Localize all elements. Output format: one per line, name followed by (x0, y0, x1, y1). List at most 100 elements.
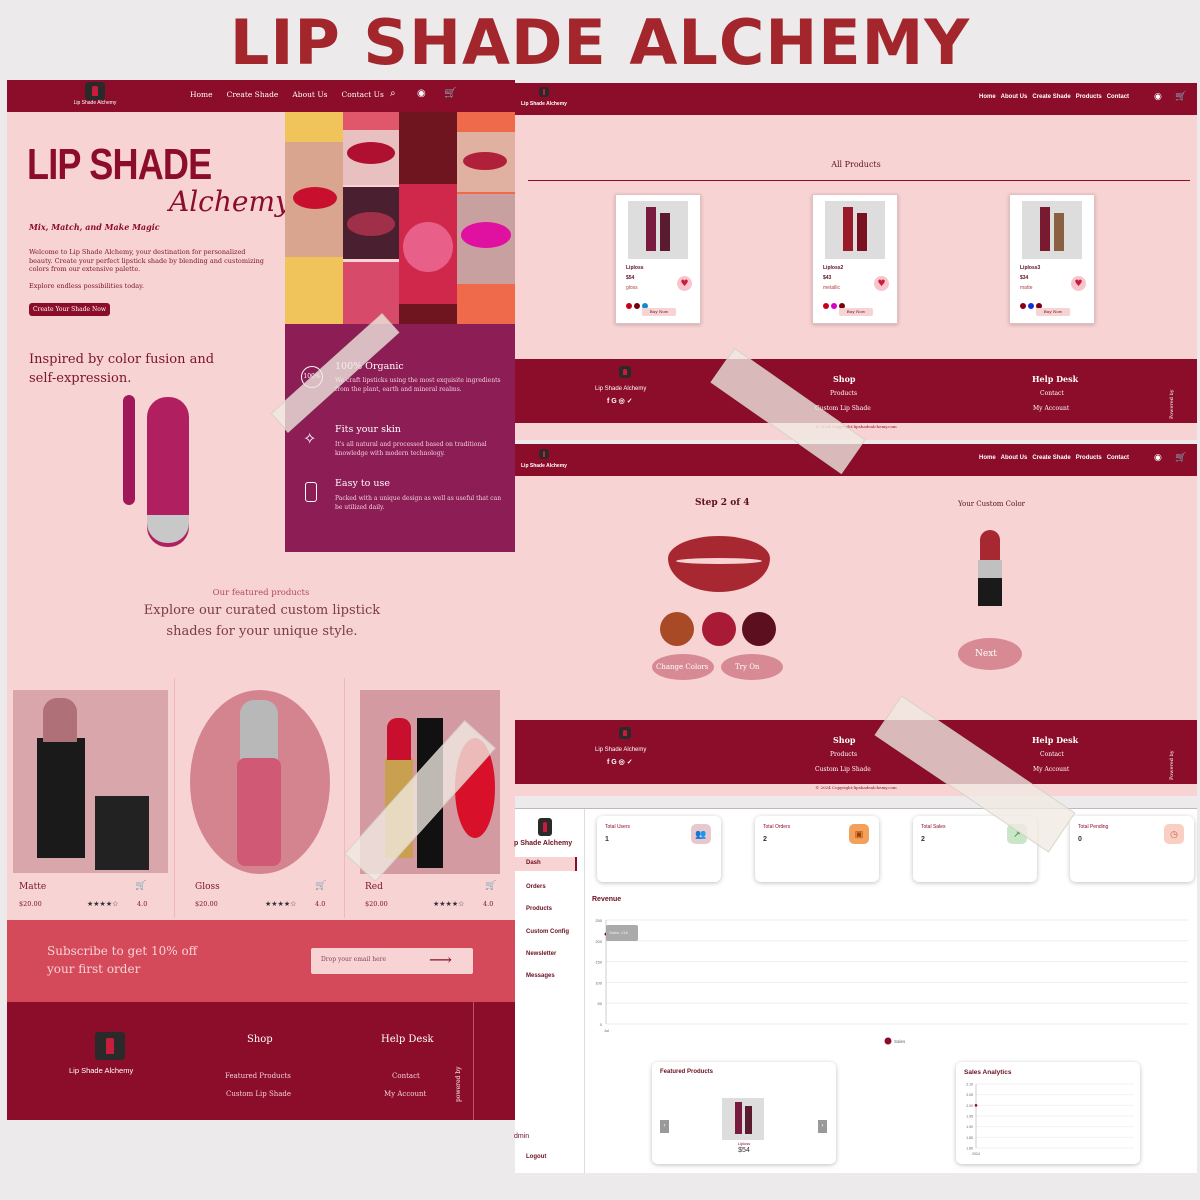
cart-icon[interactable]: 🛒 (444, 88, 456, 99)
nav-about[interactable]: About Us (1001, 455, 1028, 461)
nav-contact[interactable]: Contact (1107, 455, 1129, 461)
custom-lipstick (976, 530, 1006, 610)
add-to-cart-icon[interactable]: 🛒 (485, 881, 496, 891)
feature-title: Fits your skin (335, 424, 401, 435)
sidebar-item-dash[interactable] (514, 857, 577, 871)
color-swatch[interactable] (742, 612, 776, 646)
stat-card: Total Orders 2 ▣ (755, 816, 879, 882)
dashboard-logo[interactable] (538, 818, 552, 836)
product-finish: matte (1020, 285, 1033, 291)
cart-icon[interactable]: 🛒 (1175, 453, 1186, 463)
y-tick-label: 1.85 (966, 1136, 973, 1140)
email-input[interactable]: Drop your email here ⟶ (311, 948, 473, 974)
nav-about[interactable]: About Us (292, 90, 327, 99)
nav-home[interactable]: Home (190, 90, 213, 99)
subscribe-text: Subscribe to get 10% off your first orde… (47, 944, 198, 976)
y-tick-label: 200 (595, 939, 602, 944)
nav-create-shade[interactable]: Create Shade (1032, 94, 1070, 100)
sidebar-item-products[interactable]: Products (526, 906, 552, 912)
rating-stars: ★★★★☆ (433, 900, 465, 908)
footer-link[interactable]: Contact (1040, 751, 1064, 758)
create-shade-button[interactable]: Create Your Shade Now (29, 303, 110, 316)
sidebar-item-custom-config[interactable]: Custom Config (526, 929, 569, 935)
footer-link[interactable]: Contact (392, 1072, 420, 1080)
y-tick-label: 1.95 (966, 1115, 973, 1119)
product-name: Liploss (626, 265, 644, 271)
try-on-button[interactable]: Try On (721, 654, 783, 680)
nav-contact[interactable]: Contact (1107, 94, 1129, 100)
y-tick-label: 50 (598, 1001, 603, 1006)
carousel-prev-button[interactable]: ‹ (660, 1120, 669, 1133)
social-icons[interactable]: f G ◎ ✓ (607, 758, 633, 766)
buy-now-button[interactable]: Buy Now (839, 308, 873, 316)
product-card[interactable]: Gloss $20.00 ★★★★☆ 4.0 🛒 (175, 678, 345, 918)
clock-icon: ◷ (1164, 824, 1184, 844)
sidebar-item-newsletter[interactable]: Newsletter (526, 951, 556, 957)
footer-link[interactable]: Custom Lip Shade (815, 766, 871, 773)
change-colors-button[interactable]: Change Colors (652, 654, 714, 680)
nav-create-shade[interactable]: Create Shade (1032, 455, 1070, 461)
product-card[interactable]: Liploss $54 gloss ♥ Buy Now (615, 194, 701, 324)
stat-card: Total Users 1 👥 (597, 816, 721, 882)
product-price: $34 (1020, 275, 1029, 281)
color-swatch[interactable] (660, 612, 694, 646)
heart-icon[interactable]: ♥ (1071, 276, 1086, 291)
footer-link[interactable]: My Account (1033, 766, 1069, 773)
featured-products-card: Featured Products ‹ › Liploss $54 (652, 1062, 836, 1164)
add-to-cart-icon[interactable]: 🛒 (135, 881, 146, 891)
footer-link[interactable]: Products (830, 751, 857, 758)
cart-icon[interactable]: 🛒 (1175, 92, 1186, 102)
user-icon[interactable]: ◉ (1154, 92, 1162, 102)
x-tick-label: 2024 (972, 1152, 980, 1156)
social-icons[interactable]: f G ◎ ✓ (607, 397, 633, 405)
feature-title: Easy to use (335, 478, 391, 489)
sidebar-item-messages[interactable]: Messages (526, 973, 555, 979)
nav-home[interactable]: Home (979, 94, 996, 100)
y-tick-label: 1.80 (966, 1147, 973, 1151)
legend-marker (884, 1037, 892, 1045)
arrow-right-icon[interactable]: ⟶ (429, 950, 452, 969)
revenue-tooltip: Sales: 216 (606, 925, 638, 941)
nav-create-shade[interactable]: Create Shade (227, 90, 279, 99)
box-icon: ▣ (849, 824, 869, 844)
buy-now-button[interactable]: Buy Now (1036, 308, 1070, 316)
inspired-text: Inspired by color fusion and self-expres… (29, 352, 215, 386)
logout-button[interactable]: Logout (526, 1154, 546, 1160)
footer-link[interactable]: Featured Products (225, 1072, 291, 1080)
buy-now-button[interactable]: Buy Now (642, 308, 676, 316)
heart-icon[interactable]: ♥ (677, 276, 692, 291)
add-to-cart-icon[interactable]: 🛒 (315, 881, 326, 891)
color-swatch[interactable] (702, 612, 736, 646)
user-icon[interactable]: ◉ (1154, 453, 1162, 463)
footer-logo[interactable] (95, 1032, 125, 1060)
nav-home[interactable]: Home (979, 455, 996, 461)
footer-link[interactable]: Contact (1040, 390, 1064, 397)
y-tick-label: 2.10 (966, 1083, 973, 1087)
products-footer: Lip Shade Alchemy f G ◎ ✓ Shop Products … (515, 359, 1197, 423)
all-products-title: All Products (831, 160, 881, 169)
sidebar-item-dash-label: Dash (526, 860, 541, 866)
nav-about[interactable]: About Us (1001, 94, 1028, 100)
footer-help-title: Help Desk (381, 1034, 434, 1045)
home-logo[interactable]: Lip Shade Alchemy (65, 82, 125, 106)
heart-icon[interactable]: ♥ (874, 276, 889, 291)
user-icon[interactable]: ◉ (417, 88, 426, 99)
nav-contact[interactable]: Contact Us (342, 90, 384, 99)
search-icon[interactable]: ⌕ (390, 88, 396, 99)
next-button[interactable]: Next (958, 638, 1022, 670)
nav-products[interactable]: Products (1076, 455, 1102, 461)
product-card[interactable]: Matte $20.00 ★★★★☆ 4.0 🛒 (7, 678, 175, 918)
footer-link[interactable]: Custom Lip Shade (226, 1090, 291, 1098)
hero-script: Alchemy (169, 185, 291, 218)
sidebar-item-orders[interactable]: Orders (526, 884, 546, 890)
product-card[interactable]: Liploss3 $34 matte ♥ Buy Now (1009, 194, 1095, 324)
product-card[interactable]: Liploss2 $43 metallic ♥ Buy Now (812, 194, 898, 324)
rating-stars: ★★★★☆ (87, 900, 119, 908)
nav-products[interactable]: Products (1076, 94, 1102, 100)
footer-link[interactable]: My Account (384, 1090, 426, 1098)
footer-link[interactable]: Products (830, 390, 857, 397)
footer-link[interactable]: My Account (1033, 405, 1069, 412)
hero-collage (285, 112, 515, 324)
banner-title: LIP SHADE ALCHEMY (229, 6, 971, 79)
carousel-next-button[interactable]: › (818, 1120, 827, 1133)
